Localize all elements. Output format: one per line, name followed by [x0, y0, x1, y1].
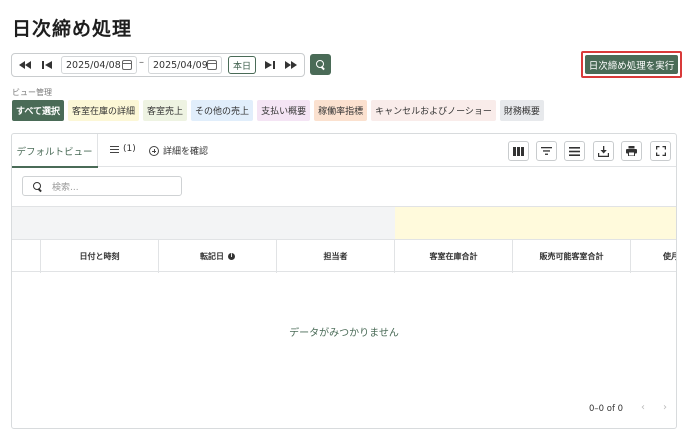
view-chip[interactable]: キャンセルおよびノーショー [371, 100, 496, 121]
end-date-value: 2025/04/09 [153, 59, 208, 71]
fullscreen-icon [655, 146, 666, 156]
data-panel: デフォルトビュー (1) 詳細を確認 検索... 日付と時刻 転記日 i 担当者… [11, 133, 677, 429]
download-icon [598, 145, 609, 157]
start-date-input[interactable]: 2025/04/08 [61, 56, 137, 74]
column-header-label: 日付と時刻 [79, 252, 120, 261]
view-chip[interactable]: 客室在庫の詳細 [68, 100, 140, 121]
column-header-label: 担当者 [323, 252, 348, 261]
fullscreen-button[interactable] [650, 141, 671, 161]
view-management-label: ビュー管理 [12, 88, 52, 97]
view-chip[interactable]: その他の売上 [191, 100, 254, 121]
column-header-label: 転記日 [200, 252, 224, 261]
page-title: 日次締め処理 [12, 18, 133, 40]
column-header[interactable]: 販売可能客室合計 [513, 240, 631, 273]
tab-bar: デフォルトビュー (1) 詳細を確認 [12, 134, 676, 168]
info-icon[interactable]: i [228, 253, 235, 260]
last-page-icon[interactable] [282, 58, 300, 72]
date-search-button[interactable] [310, 54, 331, 75]
table-header-row: 日付と時刻 転記日 i 担当者 客室在庫合計 販売可能客室合計 使月 [12, 239, 676, 273]
export-button[interactable] [593, 141, 614, 161]
view-chip[interactable]: 支払い概要 [257, 100, 311, 121]
start-date-value: 2025/04/08 [66, 59, 121, 71]
calendar-icon[interactable] [207, 60, 217, 70]
column-group-highlight [395, 207, 676, 239]
column-group-row [12, 206, 676, 239]
column-header-label: 使月 [663, 252, 676, 261]
empty-message: データがみつかりません [289, 328, 399, 339]
table-search-input[interactable]: 検索... [22, 176, 182, 196]
column-header[interactable]: 日付と時刻 [41, 240, 159, 273]
columns-button[interactable] [508, 141, 529, 161]
execute-highlight: 日次締め処理を実行 [581, 51, 682, 78]
column-header[interactable]: 転記日 i [159, 240, 277, 273]
tab-view-count[interactable]: (1) [110, 144, 136, 154]
today-button[interactable]: 本日 [228, 56, 256, 74]
view-details-button[interactable]: 詳細を確認 [149, 144, 208, 157]
end-date-input[interactable]: 2025/04/09 [148, 56, 222, 74]
search-placeholder: 検索... [52, 182, 79, 193]
print-icon [626, 146, 637, 156]
date-range-bar: 2025/04/08 – 2025/04/09 本日 [11, 53, 305, 77]
view-chips: すべて選択 客室在庫の詳細 客室売上 その他の売上 支払い概要 稼働率指標 キャンセルおよび… [12, 100, 544, 121]
column-header[interactable]: 担当者 [277, 240, 395, 273]
next-page-icon[interactable] [261, 58, 279, 72]
prev-page-icon[interactable] [38, 58, 56, 72]
view-chip[interactable]: すべて選択 [12, 100, 65, 121]
view-details-label: 詳細を確認 [163, 147, 209, 157]
density-button[interactable] [564, 141, 585, 161]
view-chip[interactable]: 稼働率指標 [314, 100, 368, 121]
filter-icon [541, 147, 552, 155]
columns-icon [513, 146, 524, 156]
tab-default-view[interactable]: デフォルトビュー [12, 134, 98, 168]
list-icon [110, 145, 119, 153]
column-header-label: 販売可能客室合計 [539, 252, 604, 261]
view-count-label: (1) [123, 144, 136, 154]
column-header[interactable]: 客室在庫合計 [395, 240, 513, 273]
next-page-button[interactable]: › [663, 402, 667, 413]
view-chip[interactable]: 客室売上 [143, 100, 188, 121]
column-header[interactable]: 使月 [631, 240, 676, 273]
select-column-header[interactable] [12, 240, 41, 273]
view-chip[interactable]: 財務概要 [499, 100, 544, 121]
prev-page-button[interactable]: ‹ [641, 402, 645, 413]
filter-button[interactable] [536, 141, 557, 161]
print-button[interactable] [621, 141, 642, 161]
pagination-range: 0–0 of 0 [589, 404, 624, 414]
search-icon [33, 181, 42, 191]
search-icon [316, 60, 325, 69]
add-circle-icon [149, 145, 159, 156]
first-page-icon[interactable] [16, 58, 34, 72]
column-header-label: 客室在庫合計 [429, 252, 478, 261]
calendar-icon[interactable] [122, 60, 132, 70]
execute-daily-close-button[interactable]: 日次締め処理を実行 [585, 55, 678, 74]
date-separator: – [139, 57, 144, 68]
density-icon [569, 146, 580, 156]
